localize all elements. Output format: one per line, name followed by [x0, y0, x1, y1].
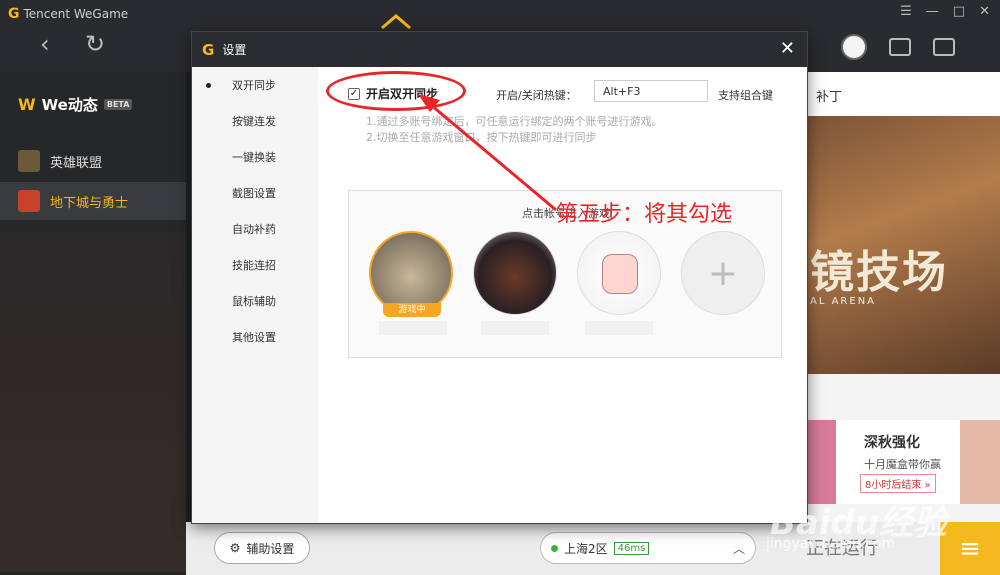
tab-other[interactable]: 其他设置	[192, 319, 318, 355]
hint-line-2: 2.切换至任意游戏窗口，按下热键即可进行同步	[366, 131, 597, 144]
dialog-title: 设置	[222, 43, 247, 57]
dual-sync-panel: ✓ 开启双开同步 开启/关闭热键： 支持组合键 1.通过多账号绑定后，可任意运行…	[318, 67, 807, 523]
account-name-blurred	[481, 321, 549, 335]
add-account-button[interactable]: +	[681, 231, 765, 315]
playing-badge: 游戏中	[383, 303, 441, 317]
tab-screenshot[interactable]: 截图设置	[192, 175, 318, 211]
tab-key-repeat[interactable]: 按键连发	[192, 103, 318, 139]
hotkey-label: 开启/关闭热键：	[496, 89, 577, 102]
tab-quick-equip[interactable]: 一键换装	[192, 139, 318, 175]
baidu-watermark-url: jingyan.baidu.com	[766, 536, 896, 552]
dialog-title-bar: G 设置	[192, 32, 807, 67]
tab-mouse-assist[interactable]: 鼠标辅助	[192, 283, 318, 319]
annotation-ellipse	[326, 71, 466, 111]
combo-note: 支持组合键	[718, 89, 773, 102]
settings-dialog: G 设置 ✕ 双开同步 按键连发 一键换装 截图设置 自动补药 技能连招 鼠标辅…	[191, 31, 808, 524]
cartoon-face-icon	[602, 254, 638, 294]
account-avatar-2[interactable]	[473, 231, 557, 315]
hint-line-1: 1.通过多账号绑定后，可任意运行绑定的两个账号进行游戏。	[366, 115, 663, 128]
account-avatar-3[interactable]	[577, 231, 661, 315]
hotkey-input[interactable]	[594, 80, 708, 102]
close-icon[interactable]: ✕	[780, 38, 795, 59]
account-name-blurred	[379, 321, 447, 335]
settings-nav: 双开同步 按键连发 一键换装 截图设置 自动补药 技能连招 鼠标辅助 其他设置	[192, 67, 318, 523]
annotation-text: 第五步：将其勾选	[556, 202, 733, 227]
account-name-blurred	[585, 321, 653, 335]
wegame-logo-icon: G	[202, 40, 215, 59]
tab-auto-potion[interactable]: 自动补药	[192, 211, 318, 247]
tab-dual-sync[interactable]: 双开同步	[192, 67, 318, 103]
tab-skill-combo[interactable]: 技能连招	[192, 247, 318, 283]
